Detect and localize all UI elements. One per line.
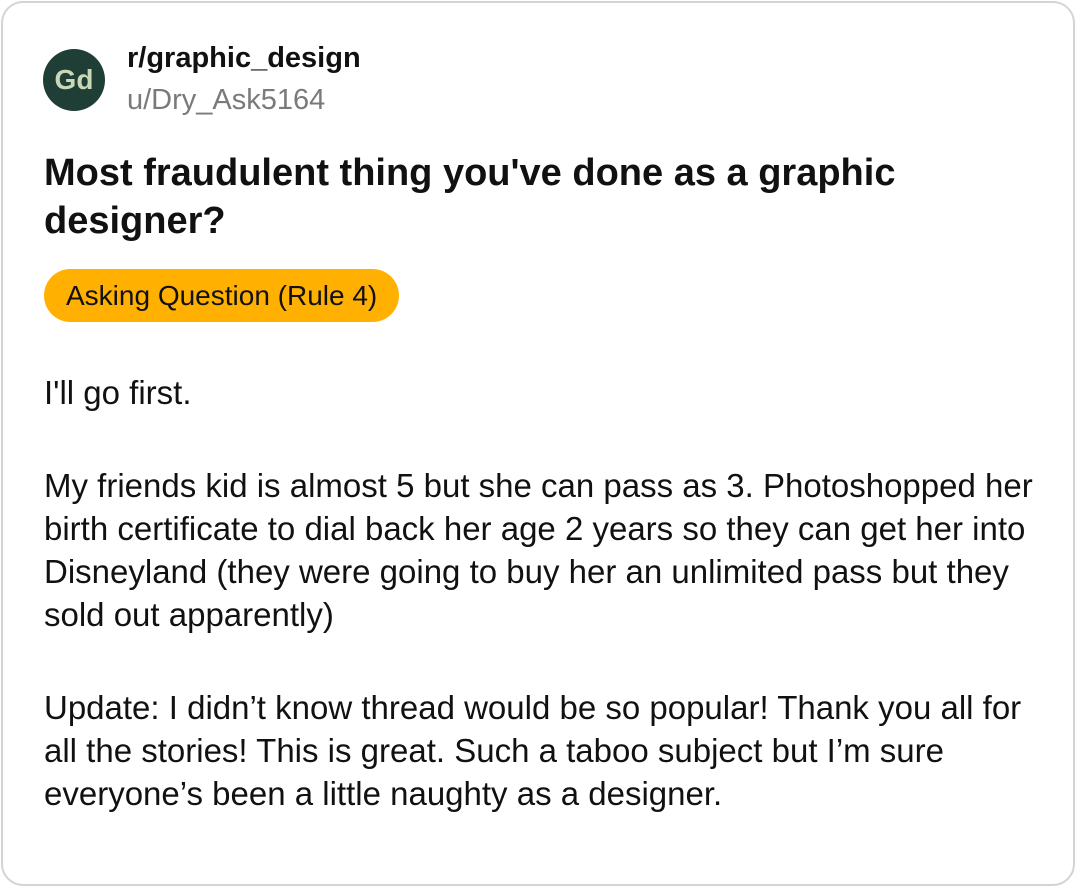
post-title[interactable]: Most fraudulent thing you've done as a g… [44, 149, 1034, 245]
subreddit-logo-text: Gd [55, 64, 94, 95]
post-body-paragraph: I'll go first. [44, 374, 192, 411]
post-body-paragraph: Update: I didn’t know thread would be so… [44, 689, 1022, 812]
post-card: Gd r/graphic_design u/Dry_Ask5164 Most f… [1, 1, 1075, 886]
author-username[interactable]: u/Dry_Ask5164 [127, 83, 361, 117]
post-body: I'll go first. My friends kid is almost … [44, 371, 1044, 865]
subreddit-name[interactable]: r/graphic_design [127, 41, 361, 75]
subreddit-logo-icon: Gd [55, 64, 94, 95]
post-body-paragraph: My friends kid is almost 5 but she can p… [44, 467, 1033, 633]
post-meta: r/graphic_design u/Dry_Ask5164 [127, 41, 361, 117]
post-flair-badge[interactable]: Asking Question (Rule 4) [44, 269, 400, 322]
subreddit-avatar[interactable]: Gd [43, 49, 105, 111]
post-header: Gd r/graphic_design u/Dry_Ask5164 [43, 41, 361, 117]
